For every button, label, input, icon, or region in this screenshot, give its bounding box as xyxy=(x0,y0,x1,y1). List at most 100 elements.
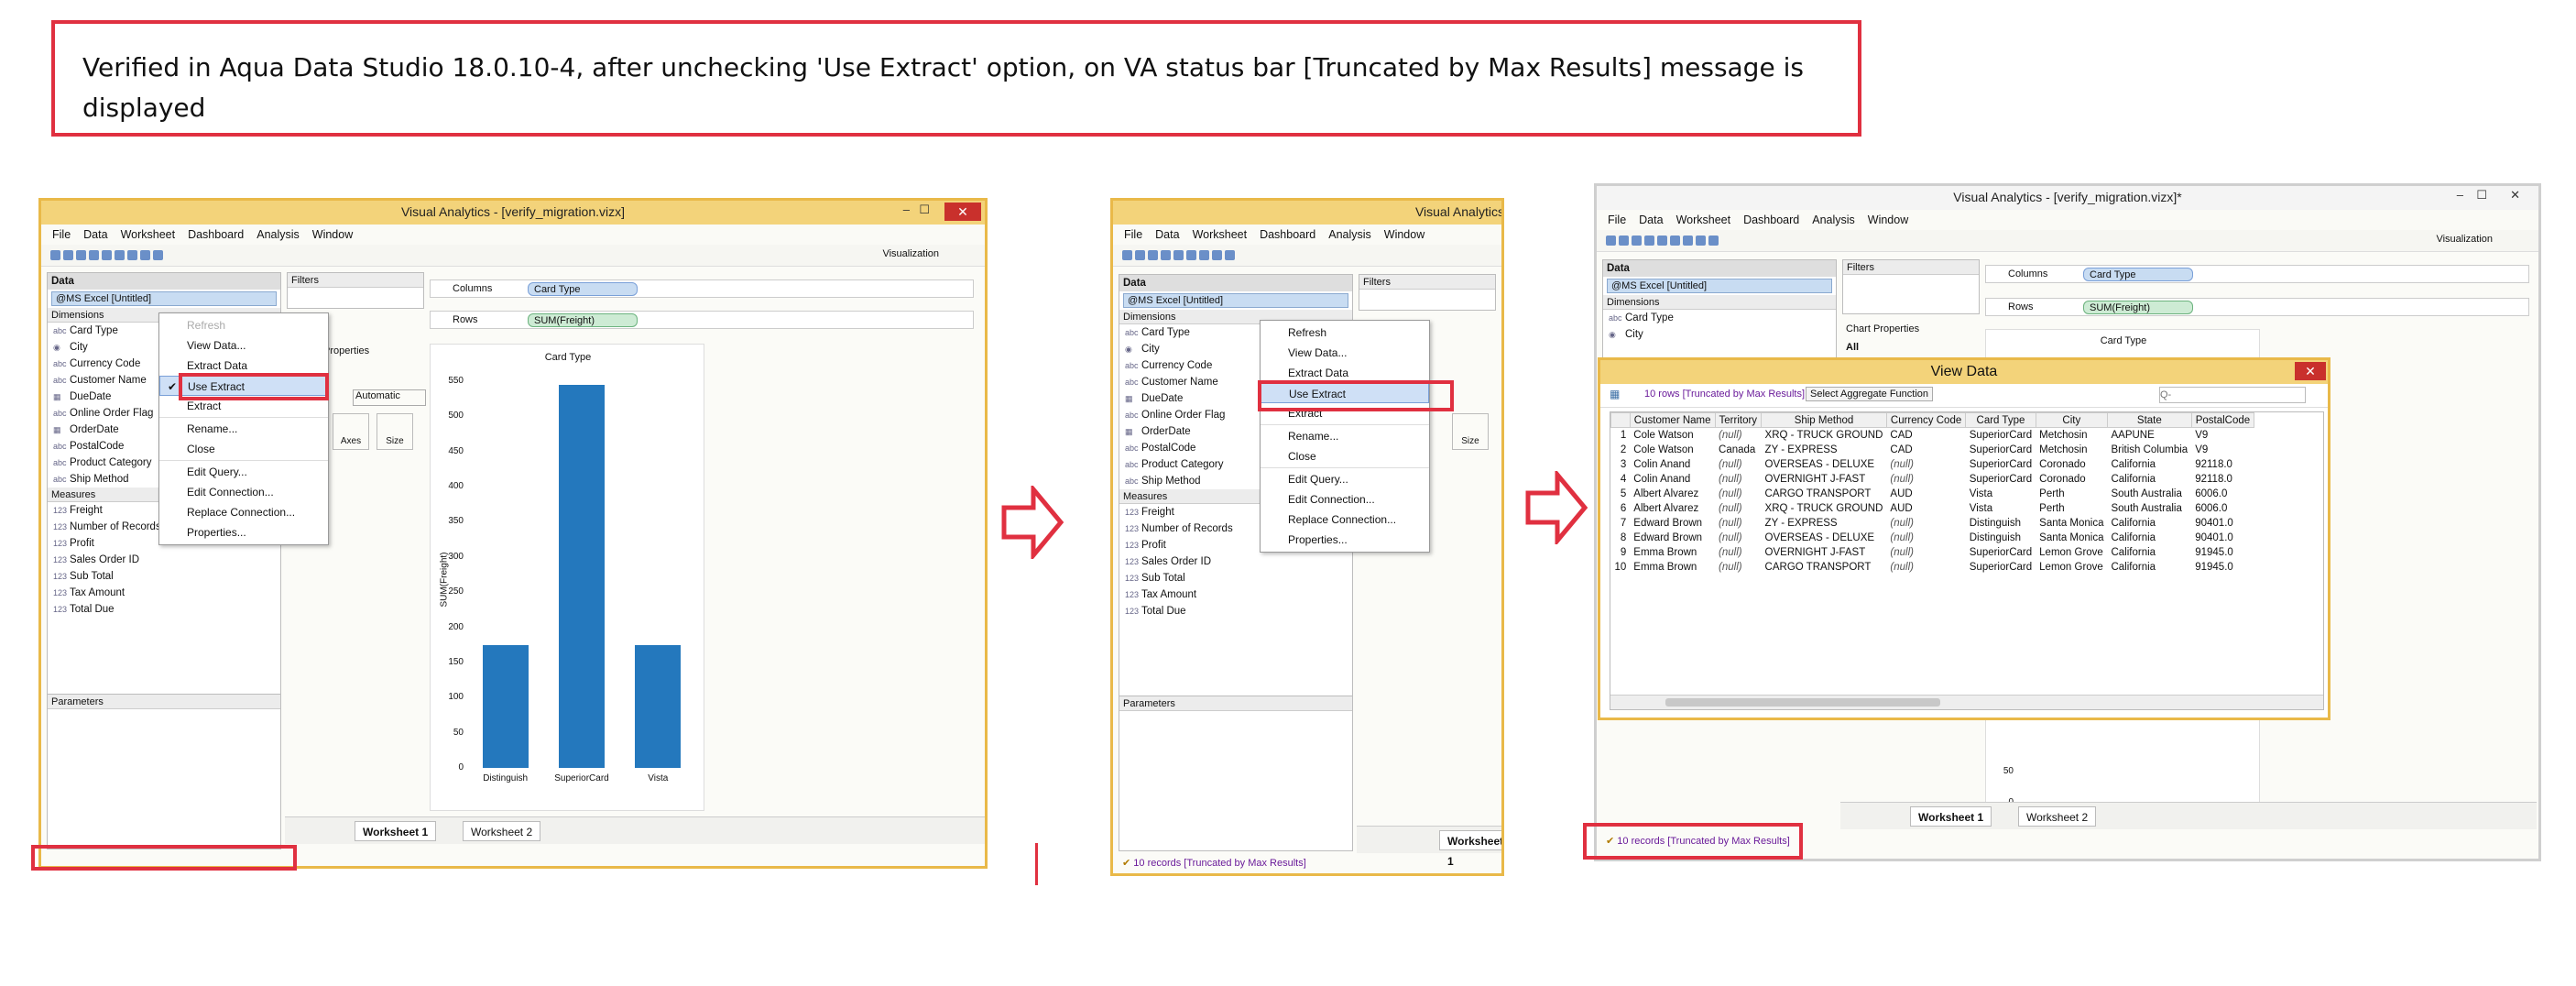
menu-edit-connection[interactable]: Edit Connection... xyxy=(159,482,328,502)
column-header[interactable]: City xyxy=(2035,412,2108,428)
measure-item[interactable]: 123 Sub Total xyxy=(1119,570,1352,586)
measure-item[interactable]: 123 Total Due xyxy=(1119,603,1352,619)
new-icon[interactable] xyxy=(1148,250,1158,260)
horizontal-scrollbar[interactable] xyxy=(1610,695,2323,709)
rows-shelf[interactable]: Rows SUM(Freight) xyxy=(430,311,974,329)
menu-replace-connection[interactable]: Replace Connection... xyxy=(159,502,328,522)
table-row[interactable]: 3 Colin Anand (null) OVERSEAS - DELUXE (null… xyxy=(1611,457,2254,472)
menu-properties[interactable]: Properties... xyxy=(1261,530,1429,550)
save-icon[interactable] xyxy=(102,250,112,260)
menu-refresh[interactable]: Refresh xyxy=(159,315,328,335)
menu-analysis[interactable]: Analysis xyxy=(257,225,300,245)
maximize-button[interactable]: ☐ xyxy=(2476,188,2487,203)
table-row[interactable]: 9 Emma Brown (null) OVERNIGHT J-FAST (null) S… xyxy=(1611,545,2254,560)
close-button[interactable]: ✕ xyxy=(944,203,981,221)
measure-item[interactable]: 123 Sub Total xyxy=(48,568,280,585)
column-header[interactable]: Ship Method xyxy=(1761,412,1887,428)
aggregate-button[interactable]: Select Aggregate Function xyxy=(1806,387,1934,401)
undo-icon[interactable] xyxy=(50,250,60,260)
new-icon[interactable] xyxy=(76,250,86,260)
menu-replace-connection[interactable]: Replace Connection... xyxy=(1261,509,1429,530)
chart-icon[interactable] xyxy=(1670,236,1680,246)
menu-edit-connection[interactable]: Edit Connection... xyxy=(1261,489,1429,509)
menu-worksheet[interactable]: Worksheet xyxy=(1193,225,1248,245)
menu-file[interactable]: File xyxy=(52,225,71,245)
tab-worksheet-2[interactable]: Worksheet 2 xyxy=(2018,806,2097,827)
measure-item[interactable]: 123 Total Due xyxy=(48,601,280,618)
menu-dashboard[interactable]: Dashboard xyxy=(1260,225,1315,245)
menu-edit-query[interactable]: Edit Query... xyxy=(1261,469,1429,489)
column-header[interactable]: State xyxy=(2106,412,2192,428)
dimension-item[interactable]: ◉ City xyxy=(1603,326,1836,343)
visualization-button[interactable]: Visualization xyxy=(882,248,939,259)
save-icon[interactable] xyxy=(1657,236,1667,246)
menu-file[interactable]: File xyxy=(1608,210,1626,230)
chart-icon[interactable] xyxy=(1186,250,1196,260)
close-button[interactable]: ✕ xyxy=(2510,188,2520,203)
datasource-item[interactable]: @MS Excel [Untitled] xyxy=(1607,279,1832,293)
sort-icon[interactable] xyxy=(1696,236,1706,246)
minimize-button[interactable]: – xyxy=(2457,188,2463,202)
sort-icon[interactable] xyxy=(140,250,150,260)
redo-icon[interactable] xyxy=(63,250,73,260)
table-row[interactable]: 7 Edward Brown (null) ZY - EXPRESS (null) Dis… xyxy=(1611,516,2254,531)
menu-dashboard[interactable]: Dashboard xyxy=(188,225,244,245)
table-row[interactable]: 8 Edward Brown (null) OVERSEAS - DELUXE (nul… xyxy=(1611,531,2254,545)
tab-worksheet-1[interactable]: Worksheet 1 xyxy=(1910,806,1992,827)
sort-icon[interactable] xyxy=(1212,250,1222,260)
minimize-button[interactable]: – xyxy=(903,203,910,216)
redo-icon[interactable] xyxy=(1619,236,1629,246)
menu-rename[interactable]: Rename... xyxy=(159,419,328,439)
measure-item[interactable]: 123 Sales Order ID xyxy=(48,552,280,568)
open-icon[interactable] xyxy=(1644,236,1654,246)
measure-item[interactable]: 123 Tax Amount xyxy=(1119,586,1352,603)
column-header[interactable]: Card Type xyxy=(1965,412,2036,428)
search-input[interactable] xyxy=(2159,387,2306,403)
scrollbar-thumb[interactable] xyxy=(1665,698,1940,707)
menu-window[interactable]: Window xyxy=(1384,225,1424,245)
open-icon[interactable] xyxy=(89,250,99,260)
rows-pill[interactable]: SUM(Freight) xyxy=(528,313,638,327)
undo-icon[interactable] xyxy=(1606,236,1616,246)
size-button[interactable]: Size xyxy=(377,413,413,450)
datasource-item[interactable]: @MS Excel [Untitled] xyxy=(1123,293,1348,308)
table-row[interactable]: 4 Colin Anand (null) OVERNIGHT J-FAST (null)… xyxy=(1611,472,2254,487)
tab-worksheet-2[interactable]: Worksheet 2 xyxy=(463,821,541,841)
table-row[interactable]: 1 Cole Watson (null) XRQ - TRUCK GROUND CAD S… xyxy=(1611,428,2254,443)
measure-item[interactable]: 123 Tax Amount xyxy=(48,585,280,601)
columns-pill[interactable]: Card Type xyxy=(2083,268,2193,281)
menu-view-data[interactable]: View Data... xyxy=(159,335,328,356)
table-row[interactable]: 10 Emma Brown (null) CARGO TRANSPORT (null) S… xyxy=(1611,560,2254,575)
menu-close[interactable]: Close xyxy=(1261,446,1429,466)
dialog-close-button[interactable]: ✕ xyxy=(2295,362,2326,380)
refresh-icon[interactable] xyxy=(1199,250,1209,260)
menu-dashboard[interactable]: Dashboard xyxy=(1743,210,1799,230)
table-row[interactable]: 2 Cole Watson Canada ZY - EXPRESS CAD Superio… xyxy=(1611,443,2254,457)
open-icon[interactable] xyxy=(1161,250,1171,260)
menu-window[interactable]: Window xyxy=(312,225,353,245)
menu-analysis[interactable]: Analysis xyxy=(1812,210,1855,230)
column-header[interactable]: PostalCode xyxy=(2190,412,2255,428)
column-header[interactable]: Currency Code xyxy=(1885,412,1967,428)
table-row[interactable]: 5 Albert Alvarez (null) CARGO TRANSPORT AUD V… xyxy=(1611,487,2254,501)
dimension-item[interactable]: abc Card Type xyxy=(1603,310,1836,326)
tab-worksheet-1[interactable]: Worksheet 1 xyxy=(355,821,437,841)
refresh-icon[interactable] xyxy=(1683,236,1693,246)
refresh-icon[interactable] xyxy=(127,250,137,260)
filter-icon[interactable] xyxy=(1225,250,1235,260)
menu-worksheet[interactable]: Worksheet xyxy=(1676,210,1731,230)
redo-icon[interactable] xyxy=(1135,250,1145,260)
automatic-select[interactable]: Automatic xyxy=(353,389,426,406)
menu-close[interactable]: Close xyxy=(159,439,328,459)
menu-analysis[interactable]: Analysis xyxy=(1328,225,1371,245)
visualization-button[interactable]: Visualization xyxy=(2436,234,2493,245)
new-icon[interactable] xyxy=(1632,236,1642,246)
menu-data[interactable]: Data xyxy=(1639,210,1663,230)
menu-window[interactable]: Window xyxy=(1868,210,1908,230)
columns-shelf[interactable]: Columns Card Type xyxy=(1985,265,2529,283)
menu-data[interactable]: Data xyxy=(1155,225,1179,245)
measure-item[interactable]: 123 Sales Order ID xyxy=(1119,553,1352,570)
chart-icon[interactable] xyxy=(115,250,125,260)
column-header[interactable]: Customer Name xyxy=(1629,412,1716,428)
datasource-item[interactable]: @MS Excel [Untitled] xyxy=(51,291,277,306)
